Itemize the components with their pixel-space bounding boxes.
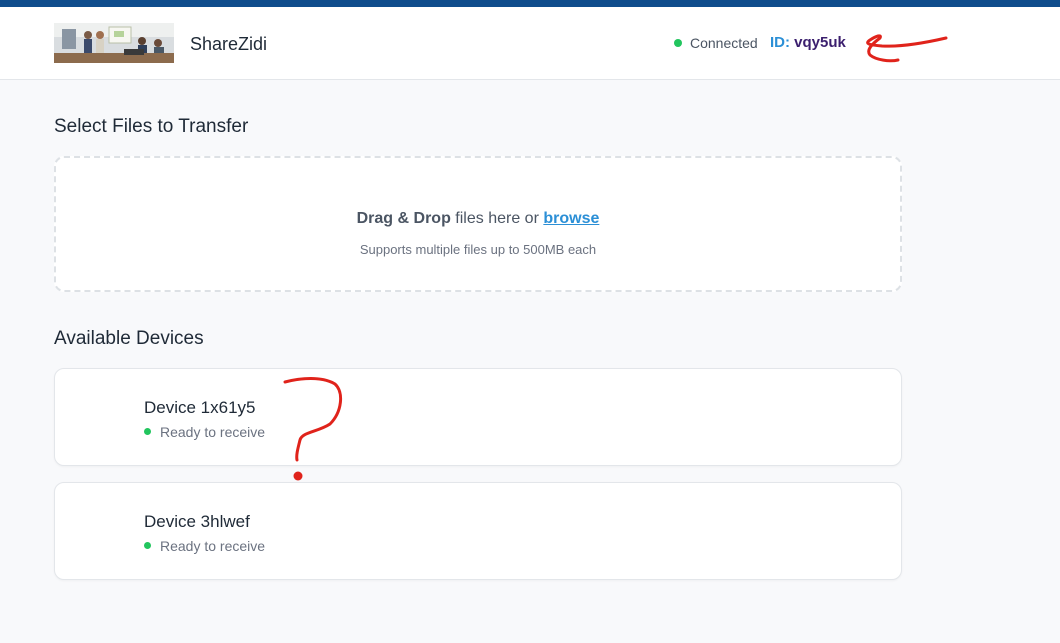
- peer-id-value: vqy5uk: [794, 34, 846, 51]
- device-status-dot: [144, 428, 151, 435]
- connection-status-dot: [674, 39, 682, 47]
- top-accent-bar: [0, 0, 1060, 7]
- file-dropzone[interactable]: Drag & Drop files here or browse Support…: [54, 156, 902, 292]
- files-here-or-text: files here or: [450, 210, 544, 227]
- device-status-dot: [144, 542, 151, 549]
- annotation-question-dot: [293, 471, 303, 481]
- peer-id: ID: vqy5uk: [770, 34, 846, 51]
- drag-drop-label: Drag & Drop: [356, 210, 451, 227]
- device-status-text: Ready to receive: [160, 424, 266, 440]
- app-name: ShareZidi: [190, 34, 268, 54]
- browse-link[interactable]: browse: [543, 210, 599, 227]
- app-header: ShareZidi Connected ID: vqy5uk: [0, 7, 1060, 80]
- peer-id-label: ID:: [770, 34, 790, 51]
- upload-section-title: Select Files to Transfer: [54, 116, 249, 137]
- device-name: Device 1x61y5: [144, 398, 256, 417]
- devices-section-title: Available Devices: [54, 328, 204, 349]
- device-card[interactable]: Device 3hlwef Ready to receive: [54, 482, 902, 580]
- device-card[interactable]: Device 1x61y5 Ready to receive: [54, 368, 902, 466]
- device-status-text: Ready to receive: [160, 538, 266, 554]
- dropzone-instructions: Drag & Drop files here or browse: [56, 210, 900, 228]
- device-name: Device 3hlwef: [144, 512, 250, 531]
- app-logo-image: [54, 23, 174, 63]
- dropzone-hint: Supports multiple files up to 500MB each: [359, 242, 597, 257]
- connection-status-text: Connected: [690, 35, 758, 51]
